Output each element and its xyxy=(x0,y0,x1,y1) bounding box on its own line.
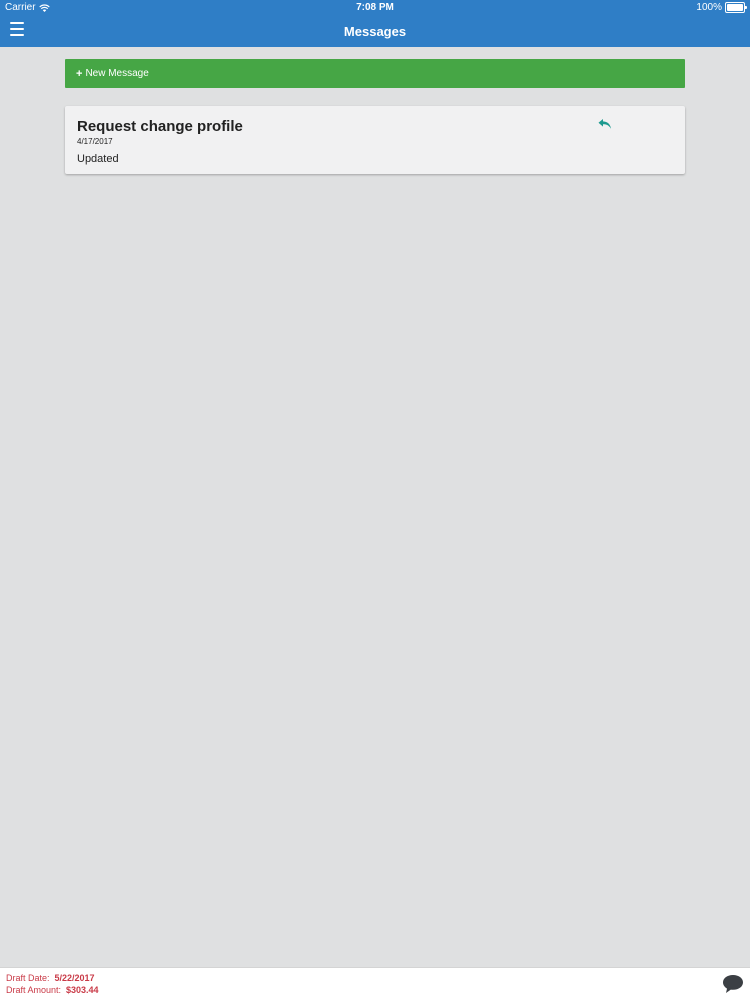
battery-percent: 100% xyxy=(696,2,722,13)
nav-bar: Messages xyxy=(0,16,750,47)
draft-date-row: Draft Date: 5/22/2017 xyxy=(6,973,95,983)
draft-amount-row: Draft Amount: $303.44 xyxy=(6,985,99,995)
page-title: Messages xyxy=(343,24,407,39)
footer-bar: Draft Date: 5/22/2017 Draft Amount: $303.4… xyxy=(0,967,750,1000)
battery-indicator: 100% xyxy=(696,2,747,13)
chat-bubble-icon[interactable] xyxy=(722,974,744,994)
draft-date-value: 5/22/2017 xyxy=(54,973,95,983)
message-card[interactable]: Request change profile 4/17/2017 Updated xyxy=(65,106,685,174)
battery-icon xyxy=(725,2,747,13)
draft-amount-value: $303.44 xyxy=(66,985,99,995)
draft-amount-label: Draft Amount: xyxy=(6,985,62,995)
message-subject: Request change profile xyxy=(77,118,243,135)
draft-date-label: Draft Date: xyxy=(6,973,50,983)
status-bar: Carrier 7:08 PM 100% xyxy=(0,0,750,16)
plus-icon: + xyxy=(76,67,83,80)
new-message-button[interactable]: + New Message xyxy=(65,59,685,88)
clock: 7:08 PM xyxy=(356,2,394,13)
reply-icon[interactable] xyxy=(598,118,612,130)
new-message-label: New Message xyxy=(85,68,149,79)
message-body: Updated xyxy=(77,153,119,165)
message-date: 4/17/2017 xyxy=(77,137,113,146)
